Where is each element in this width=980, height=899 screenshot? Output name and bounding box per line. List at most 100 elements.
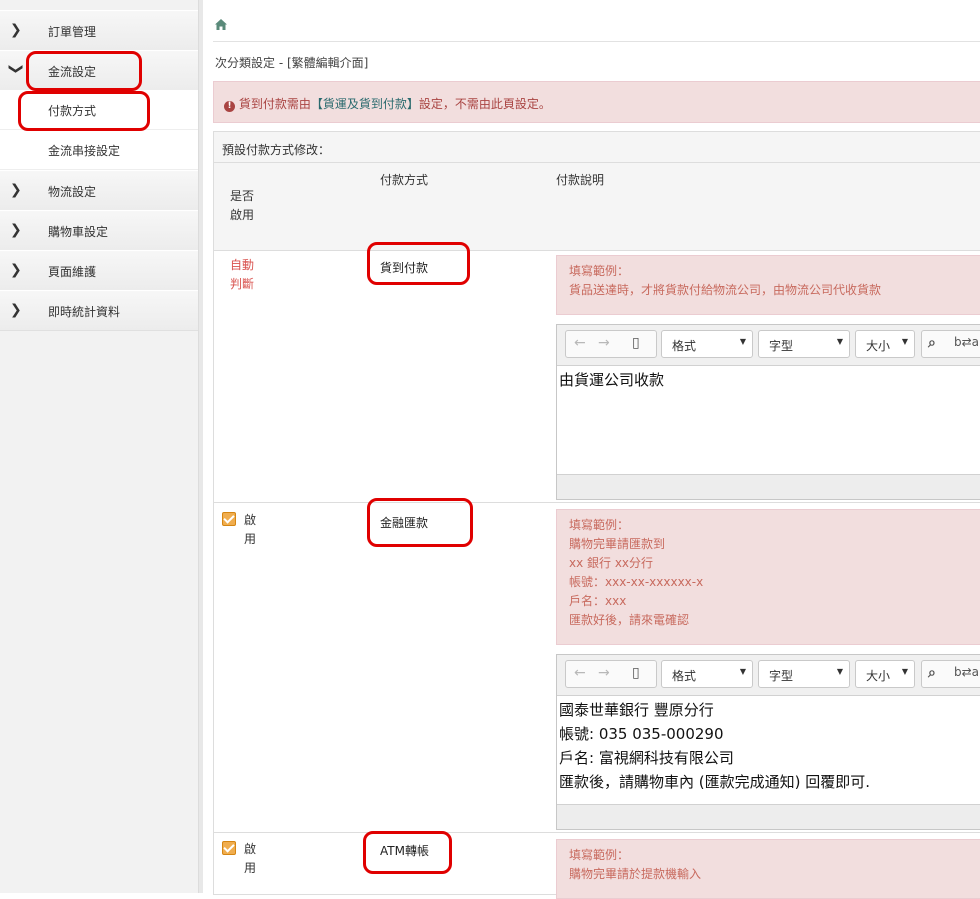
editor-content[interactable]: 由貨運公司收款 xyxy=(559,368,980,392)
alert-text: ! 貨到付款需由【貨運及貨到付款】設定，不需由此頁設定。 xyxy=(224,95,551,112)
enable-checkbox[interactable] xyxy=(222,841,236,855)
sidebar-item-label: 物流設定 xyxy=(48,185,97,199)
method-name: 貨到付款 xyxy=(380,261,429,275)
main-content: 次分類設定 - [繁體編輯介面] ! 貨到付款需由【貨運及貨到付款】設定，不需由… xyxy=(203,0,980,899)
panel-heading: 預設付款方式修改： xyxy=(214,132,980,163)
sidebar-item-realtime-stats[interactable]: ❯ 即時統計資料 xyxy=(0,290,198,331)
caret-down-icon: ▼ xyxy=(739,667,746,676)
sidebar-subitem-label: 金流串接設定 xyxy=(48,144,121,158)
alert-banner: ! 貨到付款需由【貨運及貨到付款】設定，不需由此頁設定。 xyxy=(213,81,980,123)
size-dropdown-label: 大小 xyxy=(866,339,891,353)
enable-label: 啟用 xyxy=(244,842,257,875)
editor-statusbar xyxy=(557,804,980,829)
caret-down-icon: ▼ xyxy=(739,337,746,346)
paste-icon[interactable]: ▯ xyxy=(632,665,640,681)
page-title-prefix: 次分類設定 - xyxy=(215,56,287,70)
example-line: 購物完畢請匯款到 xyxy=(569,537,666,551)
undo-redo-group: ← → ▯ xyxy=(565,330,657,358)
sidebar-item-cart-settings[interactable]: ❯ 購物車設定 xyxy=(0,210,198,251)
exclamation-circle-icon: ! xyxy=(224,101,235,112)
caret-down-icon: ▼ xyxy=(901,337,908,346)
panel-heading-text: 預設付款方式修改： xyxy=(222,143,331,157)
alert-suffix: 設定，不需由此頁設定。 xyxy=(418,97,551,111)
sidebar-item-label: 購物車設定 xyxy=(48,225,109,239)
replace-icon[interactable]: b⇄a xyxy=(954,665,979,679)
chevron-right-icon: ❯ xyxy=(10,182,22,198)
caret-down-icon: ▼ xyxy=(901,667,908,676)
caret-down-icon: ▼ xyxy=(836,667,843,676)
chevron-right-icon: ❯ xyxy=(10,222,22,238)
alert-prefix: 貨到付款需由 xyxy=(238,97,311,111)
page-title: 次分類設定 - [繁體編輯介面] xyxy=(215,54,368,71)
example-line: 匯款好後，請來電確認 xyxy=(569,613,690,627)
editor-content[interactable]: 國泰世華銀行 豐原分行 帳號: 035 035-000290 戶名: 富視網科技… xyxy=(559,698,980,794)
caret-down-icon: ▼ xyxy=(836,337,843,346)
chevron-right-icon: ❯ xyxy=(10,22,22,38)
font-dropdown[interactable]: 字型 ▼ xyxy=(758,660,850,688)
undo-icon[interactable]: ← xyxy=(574,335,586,351)
editor-line: 由貨運公司收款 xyxy=(559,371,665,389)
method-name: ATM轉帳 xyxy=(380,844,429,858)
redo-icon[interactable]: → xyxy=(598,665,610,681)
undo-icon[interactable]: ← xyxy=(574,665,586,681)
example-line: 戶名：xxx xyxy=(569,594,627,608)
method-name: 金融匯款 xyxy=(380,516,429,530)
rich-text-editor[interactable]: ← → ▯ 格式 ▼ 字型 ▼ 大小 ▼ ⌕ b⇄a xyxy=(556,324,980,500)
sidebar-subitem-gateway-settings[interactable]: 金流串接設定 xyxy=(0,130,198,170)
sidebar-item-label: 即時統計資料 xyxy=(48,305,121,319)
sidebar-item-payment-settings[interactable]: ❯ 金流設定 xyxy=(0,50,198,91)
example-title: 填寫範例： xyxy=(569,848,630,862)
sidebar-subitem-label: 付款方式 xyxy=(48,104,97,118)
format-dropdown[interactable]: 格式 ▼ xyxy=(661,660,753,688)
font-dropdown[interactable]: 字型 ▼ xyxy=(758,330,850,358)
sidebar-item-logistics[interactable]: ❯ 物流設定 xyxy=(0,170,198,211)
rich-text-editor[interactable]: ← → ▯ 格式 ▼ 字型 ▼ 大小 ▼ ⌕ b⇄a xyxy=(556,654,980,830)
sidebar-item-orders[interactable]: ❯ 訂單管理 xyxy=(0,10,198,51)
format-dropdown[interactable]: 格式 ▼ xyxy=(661,330,753,358)
replace-icon[interactable]: b⇄a xyxy=(954,335,979,349)
breadcrumb-divider xyxy=(213,41,980,42)
enable-label: 啟用 xyxy=(244,513,257,546)
format-dropdown-label: 格式 xyxy=(672,339,697,353)
sidebar-item-label: 訂單管理 xyxy=(48,25,97,39)
auto-detect-label: 自動判斷 xyxy=(230,258,255,291)
sidebar-item-label: 金流設定 xyxy=(48,65,97,79)
example-line: xx 銀行 xx分行 xyxy=(569,556,654,570)
row-divider xyxy=(214,502,980,503)
table-header: 是否啟用 付款方式 付款說明 xyxy=(214,163,980,251)
size-dropdown[interactable]: 大小 ▼ xyxy=(855,660,915,688)
font-dropdown-label: 字型 xyxy=(769,669,794,683)
chevron-down-icon: ❯ xyxy=(8,63,24,75)
page-title-bracket: [繁體編輯介面] xyxy=(286,56,369,70)
format-dropdown-label: 格式 xyxy=(672,669,697,683)
editor-statusbar xyxy=(557,474,980,499)
column-header-method: 付款方式 xyxy=(380,173,429,187)
paste-icon[interactable]: ▯ xyxy=(632,335,640,351)
example-line: 貨品送達時，才將貨款付給物流公司，由物流公司代收貨款 xyxy=(569,283,882,297)
example-box: 填寫範例： 購物完畢請匯款到 xx 銀行 xx分行 帳號：xxx-xx-xxxx… xyxy=(556,509,980,645)
payment-methods-panel: 預設付款方式修改： 是否啟用 付款方式 付款說明 自動判斷 貨到付款 填寫範例：… xyxy=(213,131,980,899)
find-replace-group: ⌕ b⇄a xyxy=(921,660,980,688)
example-line: 帳號：xxx-xx-xxxxxx-x xyxy=(569,575,704,589)
editor-line: 帳號: 035 035-000290 xyxy=(559,725,724,743)
font-dropdown-label: 字型 xyxy=(769,339,794,353)
chevron-right-icon: ❯ xyxy=(10,262,22,278)
size-dropdown-label: 大小 xyxy=(866,669,891,683)
find-replace-group: ⌕ b⇄a xyxy=(921,330,980,358)
search-icon[interactable]: ⌕ xyxy=(928,335,936,351)
column-header-enabled: 是否啟用 xyxy=(230,189,255,222)
sidebar-item-page-maintenance[interactable]: ❯ 頁面維護 xyxy=(0,250,198,291)
alert-link[interactable]: 【貨運及貨到付款】 xyxy=(311,97,419,111)
editor-toolbar: ← → ▯ 格式 ▼ 字型 ▼ 大小 ▼ ⌕ b⇄a xyxy=(557,325,980,366)
chevron-right-icon: ❯ xyxy=(10,302,22,318)
redo-icon[interactable]: → xyxy=(598,335,610,351)
search-icon[interactable]: ⌕ xyxy=(928,665,936,681)
enable-checkbox[interactable] xyxy=(222,512,236,526)
sidebar-item-label: 頁面維護 xyxy=(48,265,97,279)
column-header-description: 付款說明 xyxy=(556,173,605,187)
row-divider xyxy=(214,832,980,833)
sidebar-subitem-payment-methods[interactable]: 付款方式 xyxy=(0,90,198,130)
home-icon[interactable] xyxy=(215,19,227,33)
size-dropdown[interactable]: 大小 ▼ xyxy=(855,330,915,358)
example-box: 填寫範例： 貨品送達時，才將貨款付給物流公司，由物流公司代收貨款 xyxy=(556,255,980,315)
